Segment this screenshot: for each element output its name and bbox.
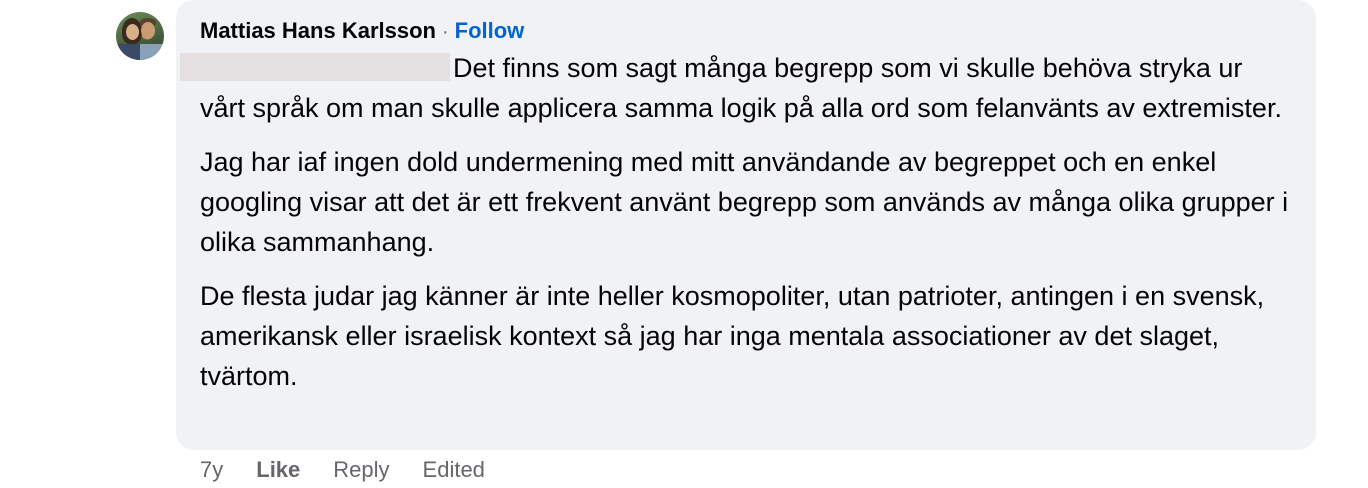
comment-paragraph-3: De flesta judar jag känner är inte helle… xyxy=(200,281,1265,391)
redacted-mention xyxy=(180,53,450,81)
like-button[interactable]: Like xyxy=(256,457,300,483)
comment-text: Det finns som sagt många begrepp som vi … xyxy=(180,48,1292,396)
comment-paragraph-2: Jag har iaf ingen dold undermening med m… xyxy=(200,147,1289,257)
separator-dot: · xyxy=(441,21,449,43)
avatar-person-left-face xyxy=(126,24,139,40)
comment-paragraph-1: Det finns som sagt många begrepp som vi … xyxy=(180,48,1292,128)
follow-button[interactable]: Follow xyxy=(455,14,525,48)
comment-age[interactable]: 7y xyxy=(200,457,223,483)
comment-bubble: Mattias Hans Karlsson · Follow Det finns… xyxy=(176,0,1316,450)
edited-label[interactable]: Edited xyxy=(423,457,485,483)
comment-actions: 7y Like Reply Edited xyxy=(200,452,485,488)
avatar-person-right-face xyxy=(141,22,155,39)
author-avatar[interactable] xyxy=(116,12,164,60)
author-name[interactable]: Mattias Hans Karlsson xyxy=(200,14,436,48)
avatar-clothing xyxy=(116,44,164,60)
comment-header: Mattias Hans Karlsson · Follow xyxy=(200,14,1292,48)
reply-button[interactable]: Reply xyxy=(333,457,389,483)
